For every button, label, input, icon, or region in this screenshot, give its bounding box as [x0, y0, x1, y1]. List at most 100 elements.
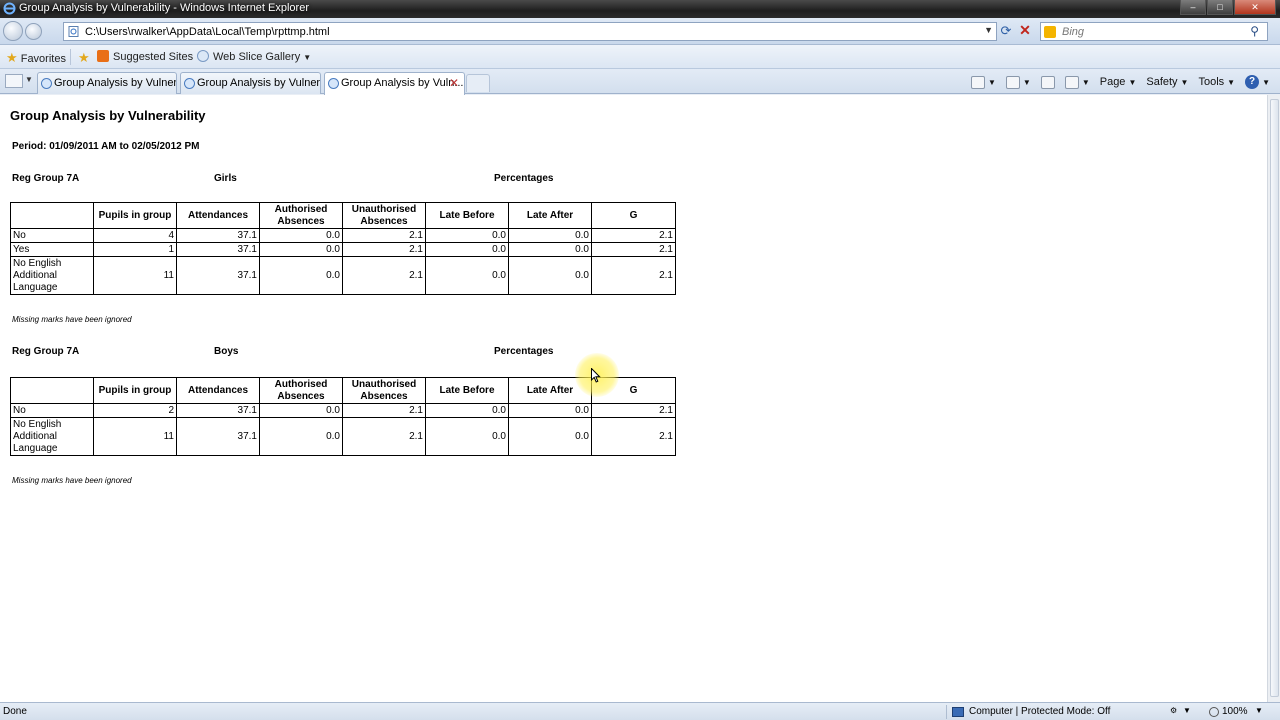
section-1-group: Reg Group 7A [12, 173, 80, 184]
computer-icon [952, 706, 964, 717]
read-mail-button[interactable] [1040, 75, 1055, 89]
suggested-sites-label: Suggested Sites [113, 51, 194, 63]
table-header-row: Pupils in group Attendances Authorised Abs… [10, 202, 676, 229]
zoom-icon [1209, 706, 1219, 717]
report-title: Group Analysis by Vulnerability [10, 108, 206, 123]
row-label: Yes [10, 242, 94, 257]
refresh-icon[interactable]: ⟳ [999, 24, 1013, 38]
column-header-blank [10, 202, 94, 229]
star-icon: ★ [6, 50, 18, 65]
ie-page-icon [184, 78, 195, 89]
feeds-button[interactable]: ▼ [1005, 75, 1031, 89]
zone-label: Computer | Protected Mode: Off [969, 706, 1111, 717]
address-bar[interactable]: C:\Users\rwalker\AppData\Local\Temp\rptt… [63, 22, 997, 41]
security-zone[interactable]: Computer | Protected Mode: Off [952, 706, 1110, 717]
address-dropdown-icon[interactable]: ▼ [984, 25, 993, 35]
cell-late-before: 0.0 [425, 242, 509, 257]
cell-attendances: 37.1 [176, 242, 260, 257]
section-1-gender: Girls [214, 173, 237, 184]
cell-unauthorised-absences: 2.1 [342, 242, 426, 257]
favorites-button[interactable]: ★ Favorites [6, 50, 66, 66]
column-header-late-before: Late Before [425, 377, 509, 404]
zoom-control[interactable]: 100% [1209, 706, 1248, 717]
window-controls: – □ ✕ [1179, 0, 1276, 16]
cell-attendances: 37.1 [176, 403, 260, 418]
print-button[interactable]: ▼ [1064, 75, 1090, 89]
zoom-dropdown-icon[interactable]: ▼ [1255, 706, 1263, 715]
favorites-label: Favorites [20, 53, 66, 65]
help-button[interactable]: ? ▼ [1245, 75, 1270, 89]
suggested-sites-icon [97, 50, 109, 62]
section-1-note: Missing marks have been ignored [12, 315, 132, 324]
search-icon[interactable]: ⚲ [1250, 24, 1259, 38]
add-favorite-icon[interactable]: ★ [78, 50, 90, 66]
cell-g: 2.1 [591, 417, 676, 456]
cell-late-before: 0.0 [425, 228, 509, 243]
web-slice-icon [197, 50, 209, 62]
command-bar: ▼ ▼ ▼ Page ▼ Safety ▼ Tools ▼ ? ▼ [961, 73, 1270, 91]
cell-g: 2.1 [591, 256, 676, 295]
ie-page-icon [41, 78, 52, 89]
home-button[interactable]: ▼ [970, 75, 996, 89]
safety-menu[interactable]: Safety ▼ [1146, 76, 1188, 88]
search-box[interactable]: Bing ⚲ [1040, 22, 1268, 41]
new-tab-button[interactable] [466, 74, 490, 92]
vertical-scrollbar[interactable] [1267, 95, 1280, 702]
tab-3-active[interactable]: Group Analysis by Vuln... ✕ [324, 72, 465, 95]
cell-authorised-absences: 0.0 [259, 403, 343, 418]
tools-menu[interactable]: Tools ▼ [1198, 76, 1235, 88]
status-text: Done [3, 706, 27, 717]
column-header-authorised-absences: Authorised Absences [259, 202, 343, 229]
cell-g: 2.1 [591, 242, 676, 257]
status-divider [946, 705, 947, 719]
status-tool-dropdown-icon[interactable]: ▼ [1183, 706, 1191, 715]
maximize-button[interactable]: □ [1207, 0, 1233, 15]
close-button[interactable]: ✕ [1234, 0, 1276, 15]
cell-authorised-absences: 0.0 [259, 228, 343, 243]
minimize-button[interactable]: – [1180, 0, 1206, 15]
status-tool-icon[interactable]: ⚙ [1170, 706, 1177, 715]
column-header-late-before: Late Before [425, 202, 509, 229]
tools-menu-label: Tools [1198, 76, 1225, 88]
search-placeholder: Bing [1062, 26, 1085, 38]
tab-2[interactable]: Group Analysis by Vulnera... [180, 72, 321, 94]
web-slice-gallery-link[interactable]: Web Slice Gallery ▼ [197, 50, 311, 63]
stop-icon[interactable]: ✕ [1018, 23, 1032, 37]
section-2-group: Reg Group 7A [12, 346, 80, 357]
tab-label: Group Analysis by Vulnera... [54, 77, 177, 89]
page-menu[interactable]: Page ▼ [1100, 76, 1137, 88]
bing-icon [1044, 26, 1056, 38]
cell-authorised-absences: 0.0 [259, 242, 343, 257]
report-period: Period: 01/09/2011 AM to 02/05/2012 PM [12, 141, 200, 152]
scrollbar-thumb[interactable] [1270, 99, 1279, 697]
cell-pupils-in-group: 1 [93, 242, 177, 257]
cell-g: 2.1 [591, 403, 676, 418]
table-row: No English Additional Language 11 37.1 0.0 2… [10, 417, 676, 456]
web-slice-gallery-label: Web Slice Gallery [213, 51, 301, 63]
back-button[interactable] [3, 21, 23, 41]
cell-unauthorised-absences: 2.1 [342, 228, 426, 243]
ie-page-icon [328, 78, 339, 89]
cell-unauthorised-absences: 2.1 [342, 403, 426, 418]
section-1-percentages: Percentages [494, 173, 554, 184]
cell-g: 2.1 [591, 228, 676, 243]
table-row: No 4 37.1 0.0 2.1 0.0 0.0 2.1 [10, 228, 676, 243]
quick-tabs-icon[interactable] [5, 74, 23, 88]
cell-pupils-in-group: 11 [93, 256, 177, 295]
cell-attendances: 37.1 [176, 256, 260, 295]
close-tab-icon[interactable]: ✕ [449, 76, 459, 90]
cell-late-before: 0.0 [425, 417, 509, 456]
title-bar: Group Analysis by Vulnerability - Window… [0, 0, 1280, 18]
safety-menu-label: Safety [1146, 76, 1178, 88]
tab-list-dropdown-icon[interactable]: ▼ [25, 75, 33, 84]
forward-button[interactable] [25, 23, 42, 40]
tab-1[interactable]: Group Analysis by Vulnera... [37, 72, 177, 94]
row-label: No English Additional Language [10, 256, 94, 295]
cell-attendances: 37.1 [176, 417, 260, 456]
column-header-pupils-in-group: Pupils in group [93, 202, 177, 229]
help-icon: ? [1245, 75, 1260, 89]
cell-late-before: 0.0 [425, 256, 509, 295]
zoom-level: 100% [1222, 706, 1248, 717]
cell-pupils-in-group: 2 [93, 403, 177, 418]
suggested-sites-link[interactable]: Suggested Sites ▼ [97, 50, 204, 63]
